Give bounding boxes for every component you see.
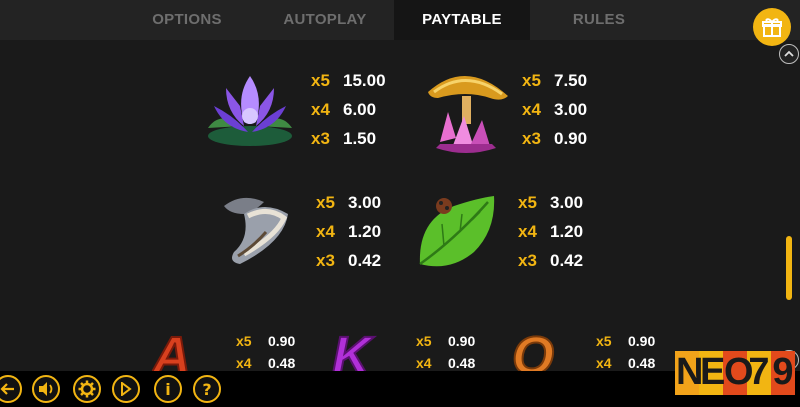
- payout-value: 1.20: [348, 222, 382, 241]
- logo-letter: E: [700, 351, 726, 393]
- payout-multiplier: x3: [518, 251, 537, 270]
- logo-letter: 7: [748, 351, 770, 393]
- help-icon: ?: [202, 379, 212, 399]
- settings-button[interactable]: [73, 375, 101, 403]
- payout-multiplier: x3: [316, 251, 335, 270]
- payout-row: x5 0.90: [416, 330, 475, 352]
- tab-autoplay[interactable]: AUTOPLAY: [266, 0, 384, 40]
- tab-options[interactable]: OPTIONS: [128, 0, 246, 40]
- payout-multiplier: x4: [522, 100, 541, 119]
- payout-multiplier: x4: [316, 222, 335, 241]
- shell-payouts: x5 3.00 x4 1.20 x3 0.42: [316, 188, 381, 275]
- chevron-up-icon: [784, 50, 794, 57]
- payout-value: 0.48: [628, 355, 656, 371]
- sound-button[interactable]: [32, 375, 60, 403]
- payout-multiplier: x5: [518, 193, 537, 212]
- payout-value: 3.00: [348, 193, 382, 212]
- letter-k-glyph: K: [332, 326, 372, 372]
- scrollbar-thumb[interactable]: [786, 236, 792, 300]
- payout-multiplier: x5: [236, 333, 252, 349]
- payout-value: 15.00: [343, 71, 386, 90]
- letter-a-payouts: x5 0.90 x4 0.48: [236, 330, 295, 374]
- payout-value: 0.90: [448, 333, 476, 349]
- gift-icon: [762, 18, 782, 37]
- payout-row: x5 7.50: [522, 66, 587, 95]
- tab-rules[interactable]: RULES: [540, 0, 658, 40]
- lotus-flower-icon: [208, 76, 292, 146]
- letter-k-symbol: K: [332, 326, 382, 372]
- payout-row: x5 3.00: [518, 188, 583, 217]
- payout-multiplier: x3: [311, 129, 330, 148]
- tab-paytable[interactable]: PAYTABLE: [394, 0, 530, 40]
- leaf-ladybug-icon: [419, 196, 495, 267]
- logo-letter: N: [676, 351, 704, 393]
- sound-icon: [39, 382, 53, 396]
- payout-value: 0.42: [550, 251, 584, 270]
- payout-multiplier: x4: [311, 100, 330, 119]
- tab-bar: OPTIONS AUTOPLAY PAYTABLE RULES: [0, 0, 800, 40]
- payout-value: 1.20: [550, 222, 584, 241]
- payout-value: 7.50: [554, 71, 588, 90]
- info-button[interactable]: i: [154, 375, 182, 403]
- lotus-payouts: x5 15.00 x4 6.00 x3 1.50: [311, 66, 386, 153]
- leaf-payouts: x5 3.00 x4 1.20 x3 0.42: [518, 188, 583, 275]
- gift-button[interactable]: [753, 8, 791, 46]
- payout-row: x3 0.42: [518, 246, 583, 275]
- mushroom-payouts: x5 7.50 x4 3.00 x3 0.90: [522, 66, 587, 153]
- logo-letter: O: [724, 351, 754, 393]
- payout-value: 1.50: [343, 129, 377, 148]
- payout-value: 6.00: [343, 100, 377, 119]
- back-arrow-icon: [0, 383, 14, 395]
- payout-multiplier: x5: [596, 333, 612, 349]
- letter-q-payouts: x5 0.90 x4 0.48: [596, 330, 655, 374]
- info-icon: i: [165, 379, 171, 399]
- payout-multiplier: x3: [522, 129, 541, 148]
- payout-row: x3 0.90: [522, 124, 587, 153]
- payout-value: 0.90: [628, 333, 656, 349]
- payout-value: 0.90: [554, 129, 588, 148]
- payout-multiplier: x4: [518, 222, 537, 241]
- logo-letter: 9: [772, 351, 794, 393]
- forward-arrow-icon: [121, 382, 132, 396]
- payout-value: 3.00: [554, 100, 588, 119]
- payout-value: 0.42: [348, 251, 382, 270]
- payout-row: x3 1.50: [311, 124, 386, 153]
- payout-multiplier: x5: [311, 71, 330, 90]
- scroll-up-button[interactable]: [779, 44, 799, 64]
- payout-row: x5 15.00: [311, 66, 386, 95]
- letter-q-glyph: Q: [512, 326, 555, 372]
- letter-q-symbol: Q: [512, 326, 562, 372]
- forward-button[interactable]: [112, 375, 140, 403]
- payout-row: x5 0.90: [596, 330, 655, 352]
- payout-value: 3.00: [550, 193, 584, 212]
- help-button[interactable]: ?: [193, 375, 221, 403]
- payout-row: x4 1.20: [518, 217, 583, 246]
- settings-gear-icon: [78, 380, 96, 398]
- letter-a-glyph: A: [152, 326, 192, 372]
- shell-icon: [224, 197, 288, 264]
- letter-k-payouts: x5 0.90 x4 0.48: [416, 330, 475, 374]
- letter-a-symbol: A: [152, 326, 198, 372]
- payout-row: x4 1.20: [316, 217, 381, 246]
- neo79-logo: N E O 7 9: [675, 349, 795, 397]
- payout-value: 0.48: [448, 355, 476, 371]
- payout-row: x5 3.00: [316, 188, 381, 217]
- mushroom-crystal-icon: [428, 75, 508, 153]
- payout-multiplier: x5: [316, 193, 335, 212]
- payout-value: 0.48: [268, 355, 296, 371]
- payout-multiplier: x5: [416, 333, 432, 349]
- payout-row: x4 3.00: [522, 95, 587, 124]
- payout-row: x3 0.42: [316, 246, 381, 275]
- payout-row: x5 0.90: [236, 330, 295, 352]
- payout-row: x4 6.00: [311, 95, 386, 124]
- payout-multiplier: x5: [522, 71, 541, 90]
- payout-value: 0.90: [268, 333, 296, 349]
